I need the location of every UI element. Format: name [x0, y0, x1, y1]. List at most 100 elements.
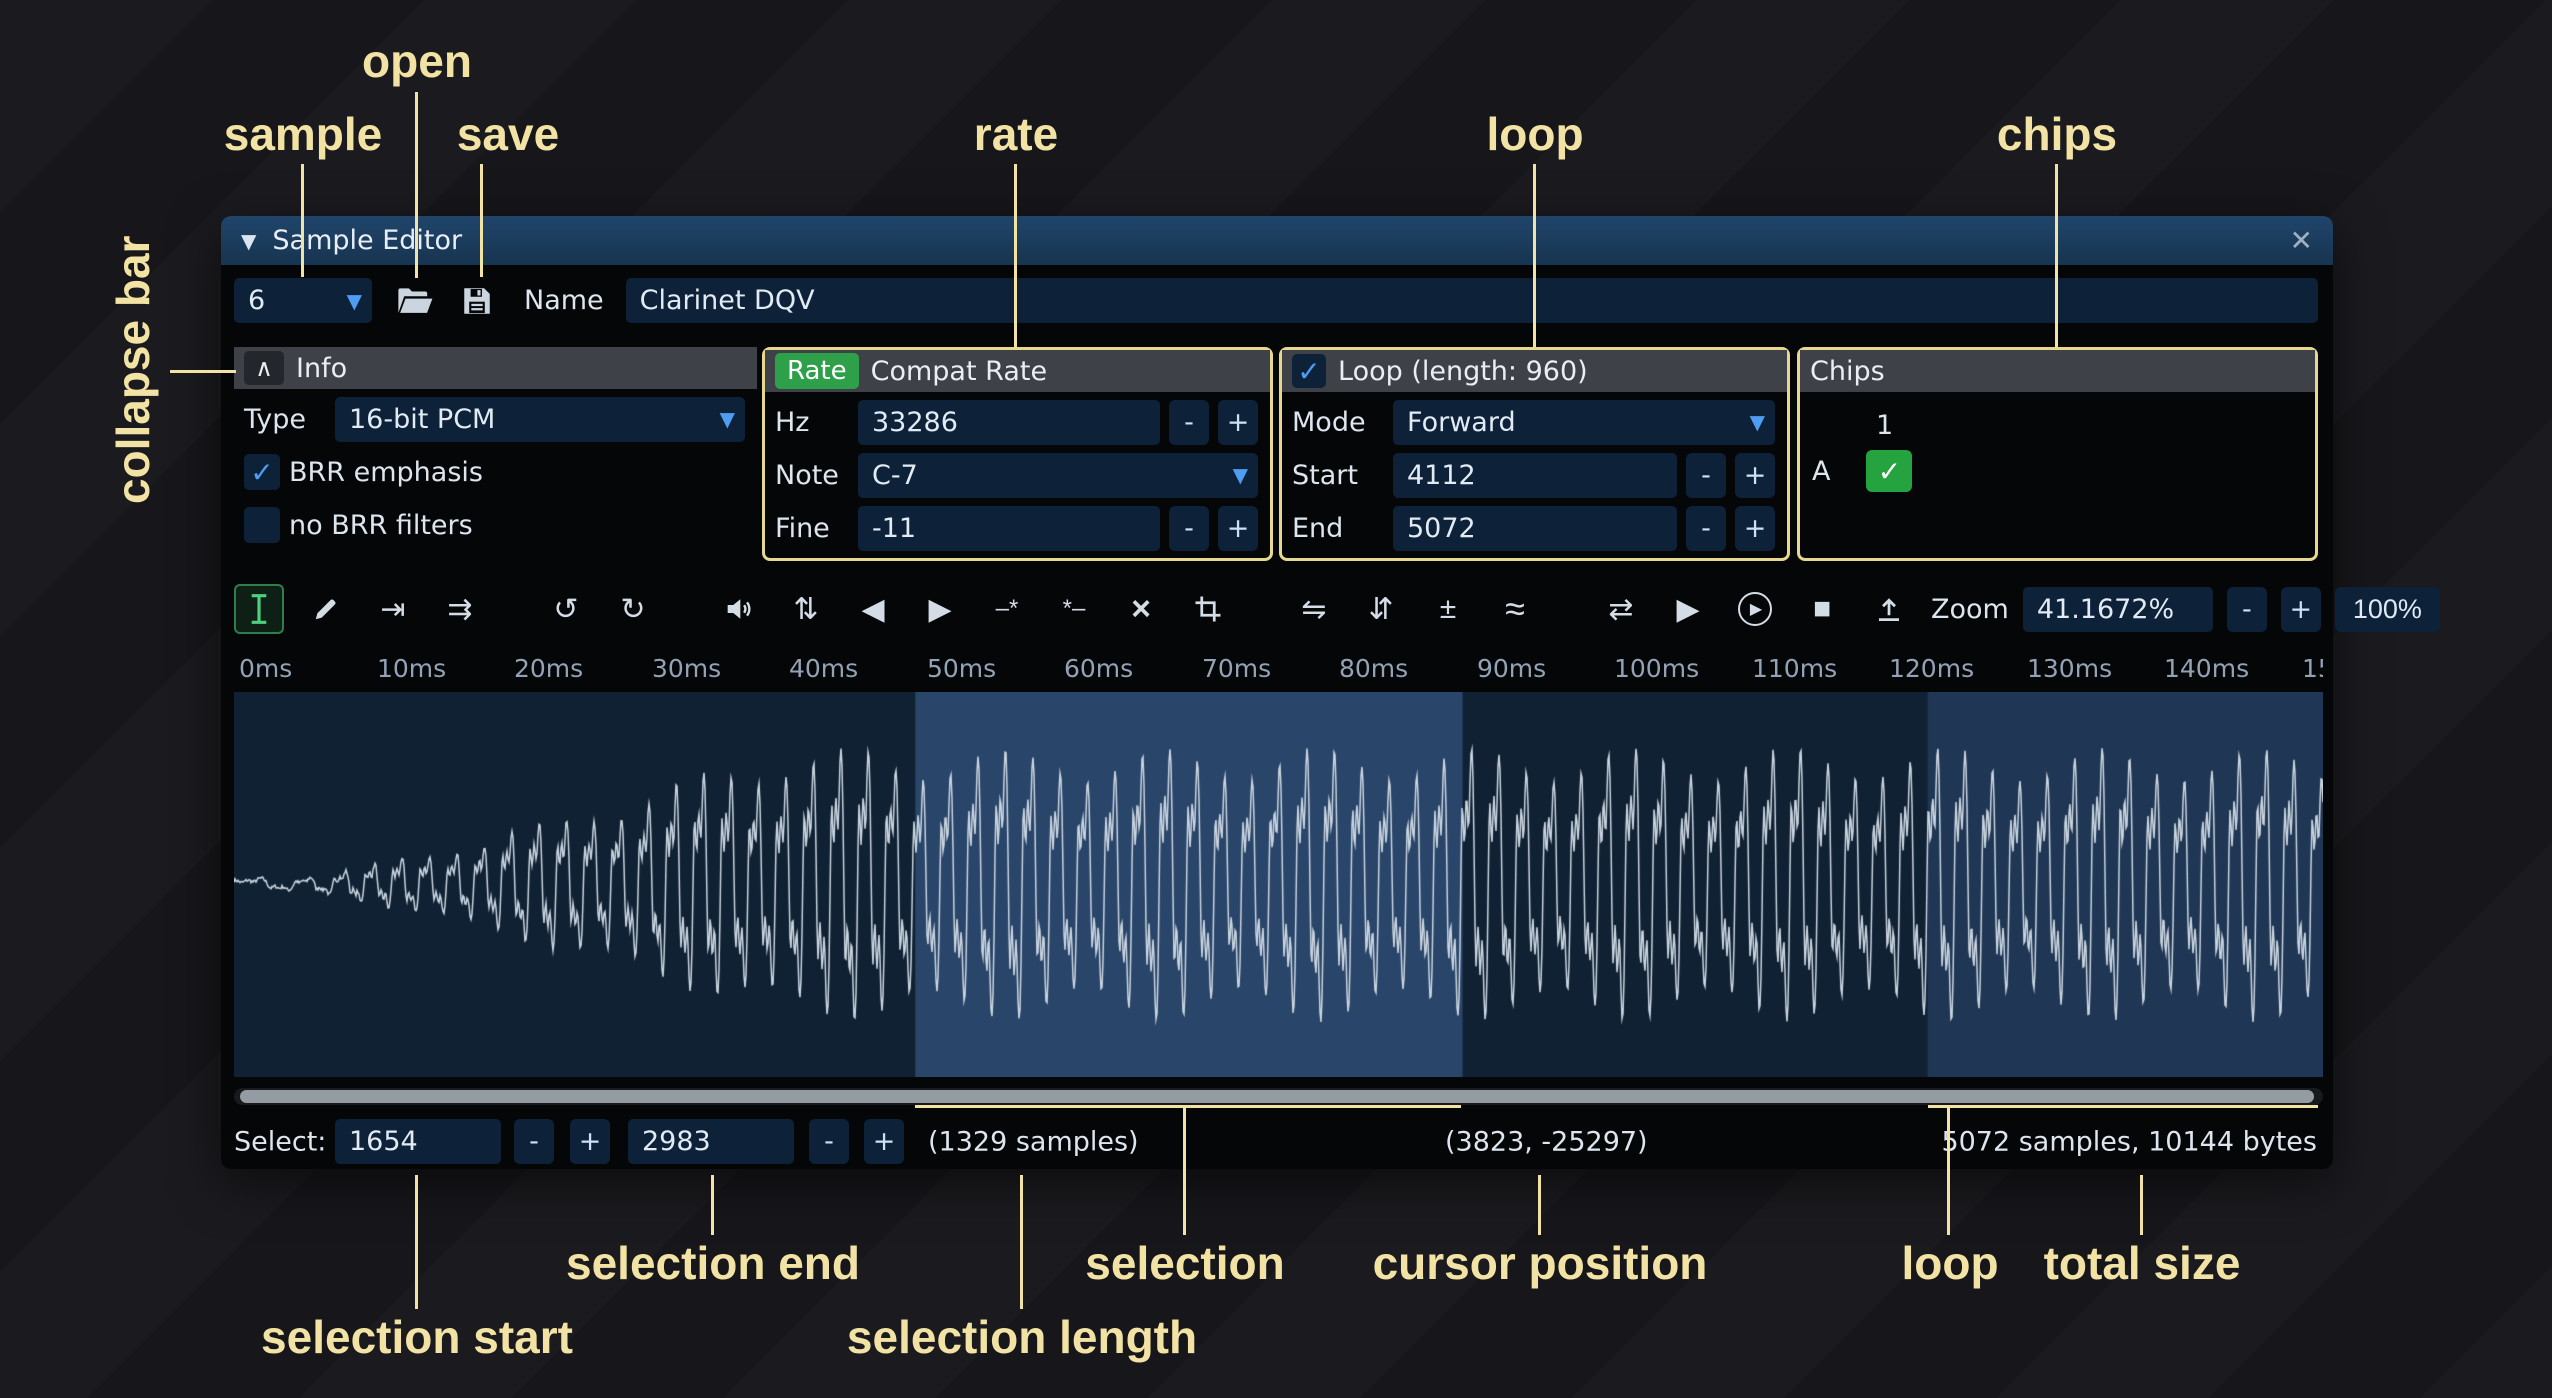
waveform-scrollbar[interactable] [234, 1088, 2323, 1105]
window-collapse-triangle-icon[interactable]: ▼ [241, 229, 256, 253]
selection-start-decrease-button[interactable]: - [514, 1119, 554, 1164]
hz-input[interactable]: 33286 [858, 400, 1160, 445]
reverse-button[interactable]: ⇋ [1289, 584, 1339, 634]
properties-section: ∧ Info Type 16-bit PCM ▼ ✓ BRR emphasis [234, 347, 2318, 561]
loop-end-decrease-button[interactable]: - [1686, 506, 1726, 551]
titlebar[interactable]: ▼ Sample Editor ✕ [221, 216, 2333, 265]
select-mode-button[interactable] [234, 584, 284, 634]
zoom-out-button[interactable]: - [2227, 587, 2267, 632]
filter-button[interactable]: ≈ [1490, 584, 1540, 634]
annotation-line [2140, 1175, 2143, 1235]
selection-end-decrease-button[interactable]: - [809, 1119, 849, 1164]
apply-silence-button[interactable]: *– [1049, 584, 1099, 634]
hz-label: Hz [775, 407, 849, 438]
loop-mode-combo[interactable]: Forward ▼ [1393, 400, 1775, 445]
annotation-collapse-bar-label: collapse bar [106, 244, 168, 504]
ruler-tick-label: 120ms [1889, 654, 1974, 683]
chevron-down-icon: ▼ [1233, 463, 1248, 487]
amplify-button[interactable] [714, 584, 764, 634]
waveform-display[interactable] [234, 692, 2323, 1077]
select-label: Select: [234, 1127, 326, 1158]
delete-x-icon: × [1131, 590, 1151, 629]
stop-button[interactable]: ■ [1797, 584, 1847, 634]
annotation-chips-label: chips [1997, 110, 2117, 158]
annotation-selection-underline [915, 1105, 1461, 1108]
ruler-tick-label: 140ms [2164, 654, 2249, 683]
resize-button[interactable]: ⇥ [368, 584, 418, 634]
ibeam-select-icon [244, 592, 274, 626]
zoom-input[interactable]: 41.1672% [2023, 587, 2213, 632]
play-icon: ▶ [1676, 592, 1699, 627]
import-button[interactable] [1864, 584, 1914, 634]
close-icon[interactable]: ✕ [2290, 224, 2313, 257]
fine-increase-button[interactable]: + [1218, 506, 1258, 551]
chip-enable-button[interactable]: ✓ [1866, 450, 1912, 492]
selection-start-increase-button[interactable]: + [570, 1119, 610, 1164]
ruler-tick-label: 50ms [927, 654, 996, 683]
ruler-tick-label: 20ms [514, 654, 583, 683]
sample-selector[interactable]: 6 ▼ [234, 278, 372, 323]
name-input[interactable]: Clarinet DQV [626, 278, 2318, 323]
ruler-tick-label: 40ms [789, 654, 858, 683]
fine-decrease-button[interactable]: - [1169, 506, 1209, 551]
no-brr-filters-checkbox[interactable] [244, 507, 280, 543]
loop-end-input[interactable]: 5072 [1393, 506, 1677, 551]
loop-header: ✓ Loop (length: 960) [1282, 350, 1787, 392]
loop-start-decrease-button[interactable]: - [1686, 453, 1726, 498]
chevron-up-icon: ∧ [255, 354, 273, 383]
selection-start-input[interactable]: 1654 [335, 1119, 501, 1164]
draw-mode-button[interactable] [301, 584, 351, 634]
redo-button[interactable]: ↻ [608, 584, 658, 634]
fade-out-button[interactable]: ▶ [915, 584, 965, 634]
hz-increase-button[interactable]: + [1218, 400, 1258, 445]
invert-icon: ⇵ [1368, 592, 1393, 627]
annotation-rate-label: rate [974, 110, 1058, 158]
name-value: Clarinet DQV [640, 285, 815, 316]
crossfade-button[interactable]: ⇄ [1596, 584, 1646, 634]
sample-type-combo[interactable]: 16-bit PCM ▼ [335, 397, 745, 442]
trim-button[interactable] [1183, 584, 1233, 634]
zoom-in-button[interactable]: + [2281, 587, 2321, 632]
waveform-canvas[interactable] [234, 692, 2323, 1077]
loop-panel: ✓ Loop (length: 960) Mode Forward ▼ Star… [1279, 347, 1790, 561]
loop-header-label: Loop (length: 960) [1338, 356, 1588, 387]
insert-silence-button[interactable]: –* [982, 584, 1032, 634]
annotation-save-label: save [457, 110, 559, 158]
fine-input[interactable]: -11 [858, 506, 1160, 551]
preview-button[interactable]: ▶ [1663, 584, 1713, 634]
loop-end-label: End [1292, 513, 1384, 544]
scrollbar-thumb[interactable] [240, 1090, 2314, 1103]
ruler-tick-label: 100ms [1614, 654, 1699, 683]
hz-decrease-button[interactable]: - [1169, 400, 1209, 445]
loop-start-increase-button[interactable]: + [1735, 453, 1775, 498]
open-button[interactable] [390, 278, 440, 323]
cursor-position-text: (3823, -25297) [1445, 1127, 1648, 1158]
undo-button[interactable]: ↺ [541, 584, 591, 634]
collapse-bar-button[interactable]: ∧ [244, 351, 284, 385]
sign-button[interactable]: ± [1423, 584, 1473, 634]
annotation-line [1014, 164, 1017, 347]
resample-button[interactable]: ⇉ [435, 584, 485, 634]
loop-enable-checkbox[interactable]: ✓ [1292, 354, 1326, 388]
annotation-line [301, 164, 304, 277]
check-icon: ✓ [1297, 355, 1320, 388]
preview-note-button[interactable]: ▶ [1730, 584, 1780, 634]
normalize-button[interactable]: ⇅ [781, 584, 831, 634]
selection-end-increase-button[interactable]: + [864, 1119, 904, 1164]
loop-start-input[interactable]: 4112 [1393, 453, 1677, 498]
crop-trim-icon [1193, 594, 1223, 624]
delete-button[interactable]: × [1116, 584, 1166, 634]
fade-in-button[interactable]: ◀ [848, 584, 898, 634]
zoom-reset-button[interactable]: 100% [2335, 587, 2440, 632]
save-button[interactable] [452, 278, 502, 323]
annotation-selection-length-label: selection length [847, 1313, 1197, 1361]
ruler-tick-label: 60ms [1064, 654, 1133, 683]
note-combo[interactable]: C-7 ▼ [858, 453, 1258, 498]
upload-icon [1874, 594, 1904, 624]
loop-end-increase-button[interactable]: + [1735, 506, 1775, 551]
insert-silence-icon: –* [996, 595, 1019, 623]
selection-end-input[interactable]: 2983 [628, 1119, 794, 1164]
brr-emphasis-checkbox[interactable]: ✓ [244, 454, 280, 490]
invert-button[interactable]: ⇵ [1356, 584, 1406, 634]
rate-header: Rate Compat Rate [765, 350, 1270, 392]
